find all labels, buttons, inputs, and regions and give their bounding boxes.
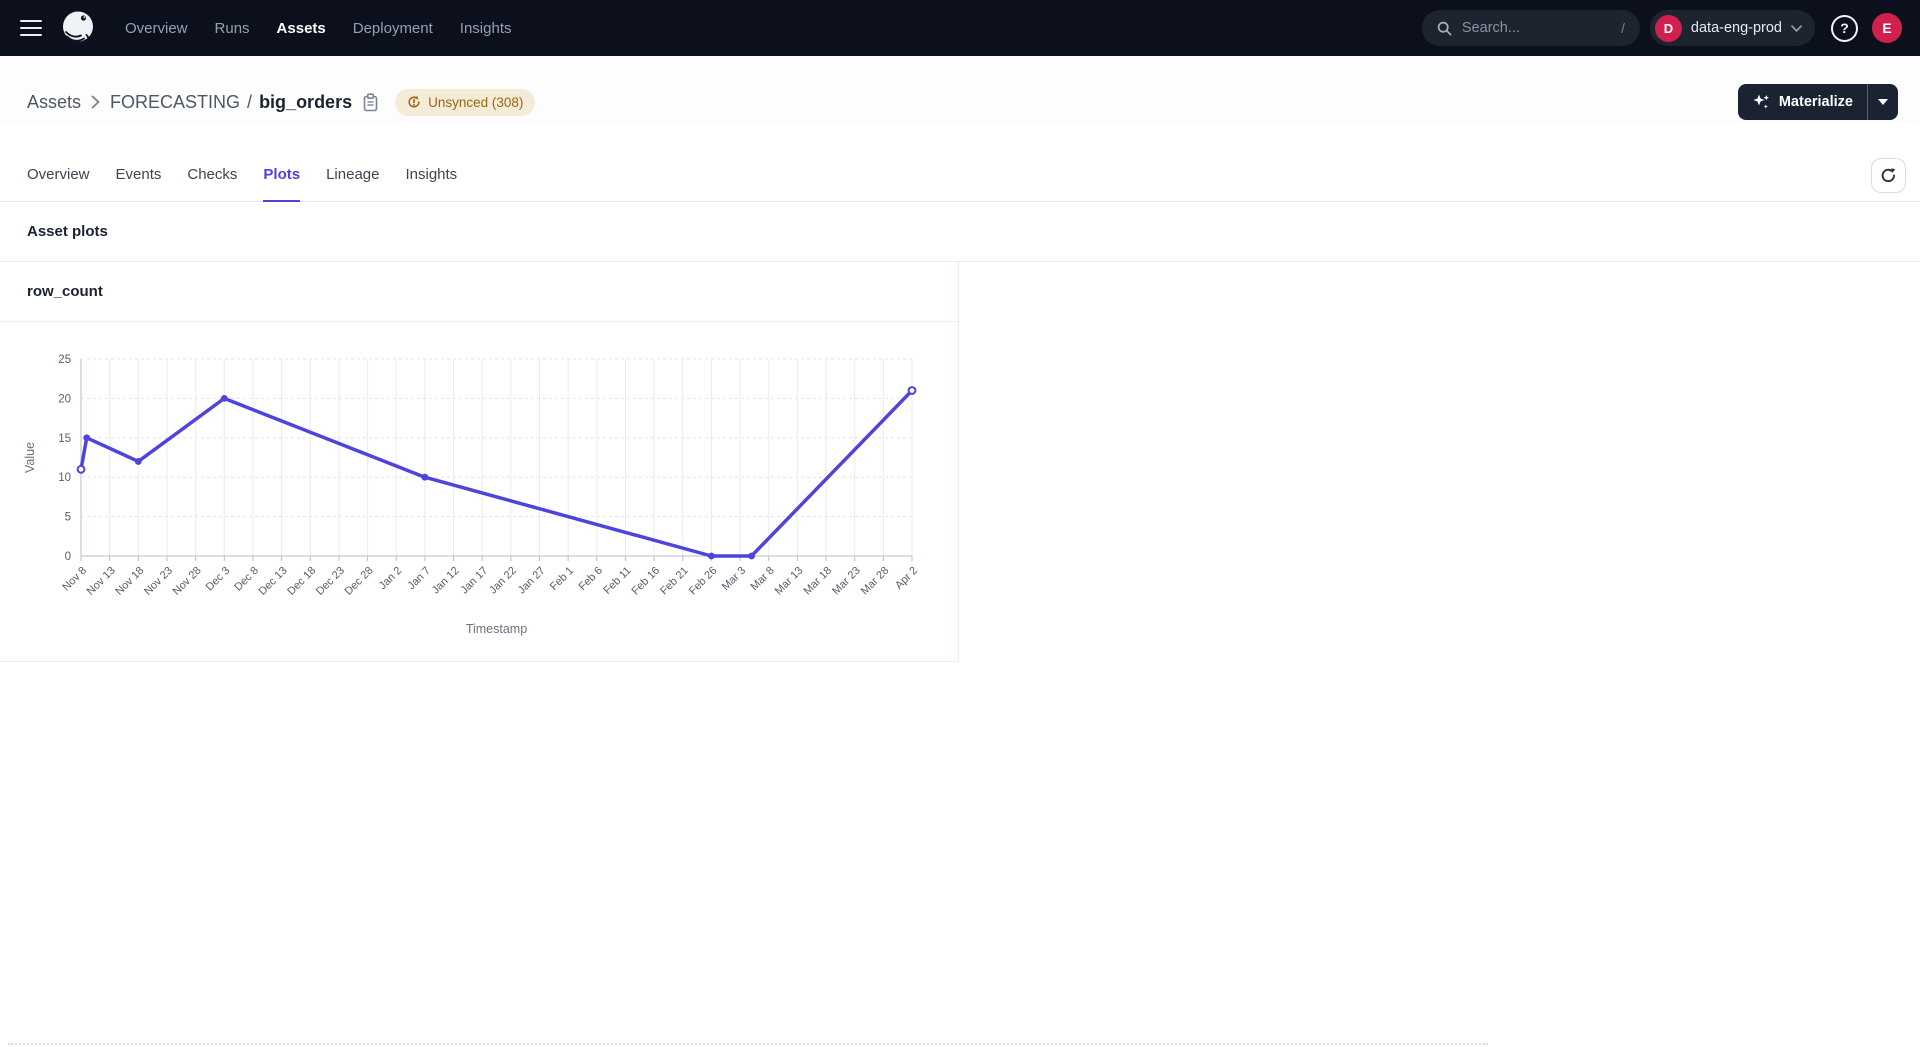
- nav-links: Overview Runs Assets Deployment Insights: [125, 20, 512, 37]
- x-tick-label: Dec 28: [343, 565, 376, 598]
- x-tick-label: Nov 18: [113, 565, 146, 598]
- search-shortcut-hint: /: [1621, 20, 1625, 36]
- avatar-initial: E: [1882, 20, 1891, 36]
- nav-link-assets[interactable]: Assets: [277, 20, 326, 37]
- dagster-logo-icon[interactable]: [59, 9, 97, 47]
- sparkle-icon: [1752, 93, 1770, 111]
- x-tick-label: Dec 23: [314, 565, 347, 598]
- nav-right: Search... / D data-eng-prod ? E: [1422, 10, 1902, 46]
- nav-link-overview[interactable]: Overview: [125, 20, 188, 37]
- caret-down-icon: [1878, 99, 1888, 105]
- x-tick-label: Apr 2: [893, 565, 920, 592]
- x-tick-label: Mar 3: [720, 565, 748, 593]
- data-point: [708, 553, 715, 560]
- user-avatar[interactable]: E: [1872, 13, 1902, 43]
- x-axis-label: Timestamp: [466, 622, 527, 636]
- x-tick-label: Nov 13: [85, 565, 118, 598]
- nav-link-insights[interactable]: Insights: [460, 20, 512, 37]
- plot-card: row_count Nov 8Nov 13Nov 18Nov 23Nov 28D…: [0, 262, 959, 662]
- data-point: [83, 434, 90, 441]
- refresh-icon: [1880, 167, 1897, 184]
- x-tick-label: Mar 23: [830, 565, 863, 598]
- breadcrumb-slash: /: [247, 92, 252, 113]
- search-icon: [1437, 21, 1452, 36]
- x-tick-label: Feb 1: [548, 565, 576, 593]
- x-tick-label: Feb 16: [630, 565, 663, 598]
- plot-title: row_count: [27, 283, 103, 300]
- workspace-name: data-eng-prod: [1691, 20, 1782, 36]
- y-tick-label: 10: [58, 472, 71, 484]
- x-tick-label: Jan 12: [430, 565, 462, 597]
- nav-link-runs[interactable]: Runs: [215, 20, 250, 37]
- x-tick-label: Jan 22: [487, 565, 519, 597]
- x-tick-label: Mar 28: [859, 565, 892, 598]
- data-point: [221, 395, 228, 402]
- x-tick-label: Dec 3: [204, 565, 233, 594]
- y-axis-label: Value: [23, 442, 37, 473]
- refresh-button[interactable]: [1871, 158, 1906, 193]
- y-tick-label: 15: [58, 433, 71, 445]
- breadcrumb-assets-link[interactable]: Assets: [27, 92, 81, 113]
- x-tick-label: Mar 18: [801, 565, 834, 598]
- search-input[interactable]: Search... /: [1422, 10, 1640, 46]
- materialize-button[interactable]: Materialize: [1738, 84, 1867, 120]
- row-count-line-chart: Nov 8Nov 13Nov 18Nov 23Nov 28Dec 3Dec 8D…: [0, 322, 958, 661]
- workspace-switcher[interactable]: D data-eng-prod: [1650, 10, 1815, 46]
- tab-checks[interactable]: Checks: [187, 166, 237, 202]
- copy-asset-name-icon[interactable]: [362, 93, 379, 112]
- y-tick-label: 5: [65, 512, 71, 524]
- x-tick-label: Jan 17: [458, 565, 490, 597]
- materialize-button-label: Materialize: [1779, 94, 1853, 110]
- bottom-scroll-hint: [8, 1043, 1488, 1045]
- x-tick-label: Feb 26: [687, 565, 720, 598]
- y-tick-label: 20: [58, 393, 71, 405]
- hamburger-menu-icon[interactable]: [20, 20, 42, 37]
- materialize-split-button: Materialize: [1738, 84, 1898, 120]
- x-tick-label: Dec 13: [257, 565, 290, 598]
- sync-alert-icon: [407, 95, 421, 109]
- x-tick-label: Feb 11: [601, 565, 633, 597]
- plot-card-header: row_count: [0, 262, 958, 322]
- section-title-row: Asset plots: [0, 202, 1920, 262]
- asset-tabs-row: Overview Events Checks Plots Lineage Insights: [0, 122, 1920, 202]
- y-tick-label: 25: [58, 354, 71, 366]
- search-placeholder: Search...: [1462, 20, 1520, 36]
- status-badge-label: Unsynced (308): [428, 95, 523, 110]
- breadcrumb-row: Assets FORECASTING / big_orders Unsynced…: [0, 56, 1920, 122]
- x-tick-label: Jan 2: [377, 565, 405, 593]
- chevron-right-icon: [91, 95, 100, 109]
- breadcrumb-asset-name: big_orders: [259, 92, 352, 113]
- data-point: [748, 553, 755, 560]
- nav-link-deployment[interactable]: Deployment: [353, 20, 433, 37]
- asset-tabs: Overview Events Checks Plots Lineage Insights: [27, 166, 457, 201]
- workspace-initial-badge: D: [1655, 15, 1682, 42]
- materialize-dropdown-button[interactable]: [1868, 84, 1898, 120]
- help-button[interactable]: ?: [1831, 15, 1858, 42]
- help-icon: ?: [1840, 20, 1849, 36]
- tab-overview[interactable]: Overview: [27, 166, 90, 202]
- x-tick-label: Mar 13: [773, 565, 806, 598]
- breadcrumb-group[interactable]: FORECASTING: [110, 92, 240, 113]
- tab-insights[interactable]: Insights: [405, 166, 457, 202]
- tab-events[interactable]: Events: [116, 166, 162, 202]
- data-point: [78, 466, 85, 473]
- y-tick-label: 0: [65, 551, 71, 563]
- status-badge[interactable]: Unsynced (308): [395, 89, 535, 116]
- tab-plots[interactable]: Plots: [263, 166, 300, 202]
- x-tick-label: Nov 23: [142, 565, 175, 598]
- data-point: [421, 474, 428, 481]
- page-title: Asset plots: [27, 223, 108, 240]
- tab-lineage[interactable]: Lineage: [326, 166, 379, 202]
- x-tick-label: Feb 21: [658, 565, 691, 598]
- data-point: [909, 387, 916, 394]
- data-point: [135, 458, 142, 465]
- x-tick-label: Dec 18: [285, 565, 318, 598]
- top-nav: Overview Runs Assets Deployment Insights Sea…: [0, 0, 1920, 56]
- chevron-down-icon: [1791, 25, 1802, 32]
- x-tick-label: Nov 28: [171, 565, 204, 598]
- x-tick-label: Jan 27: [516, 565, 548, 597]
